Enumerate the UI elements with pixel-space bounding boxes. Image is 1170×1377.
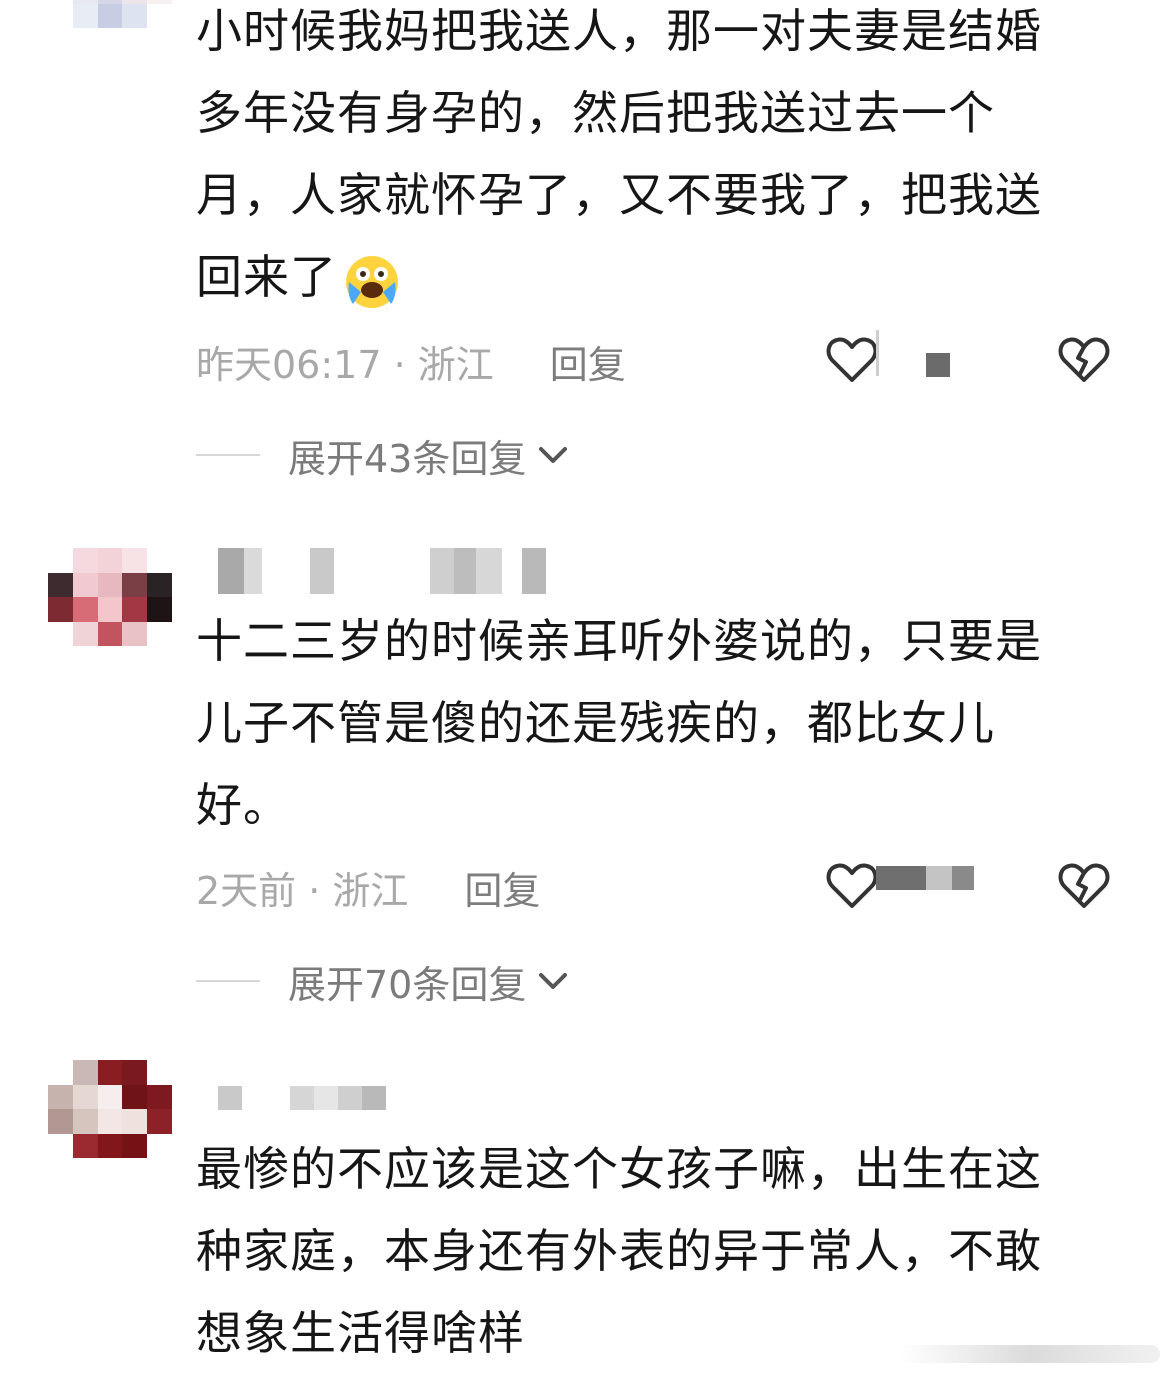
comment-meta: 昨天06:17 · 浙江 回复: [196, 334, 626, 389]
comment-text: 最惨的不应该是这个女孩子嘛，出生在这种家庭，本身还有外表的异于常人，不敢想象生活…: [196, 1142, 1042, 1360]
crying-face-emoji: [343, 252, 401, 310]
avatar[interactable]: [48, 1060, 172, 1158]
like-count-redacted: [926, 353, 950, 377]
chevron-down-icon: [534, 962, 572, 1000]
username-redacted[interactable]: [218, 1086, 386, 1110]
reply-button[interactable]: 回复: [464, 860, 540, 915]
broken-heart-icon[interactable]: [1056, 858, 1112, 914]
reply-button[interactable]: 回复: [550, 334, 626, 389]
avatar[interactable]: [48, 548, 172, 646]
divider-line: [196, 454, 260, 456]
broken-heart-icon[interactable]: [1056, 332, 1112, 388]
chevron-down-icon: [534, 436, 572, 474]
comment-text: 小时候我妈把我送人，那一对夫妻是结婚多年没有身孕的，然后把我送过去一个月，人家就…: [196, 4, 1042, 304]
expand-replies-label: 展开70条回复: [288, 962, 527, 1007]
like-count-redacted: [876, 330, 879, 376]
comment-time: 昨天06:17 · 浙江: [196, 342, 494, 387]
like-heart-icon[interactable]: [824, 858, 880, 914]
username-redacted[interactable]: [218, 548, 546, 594]
expand-replies-label: 展开43条回复: [288, 436, 527, 481]
expand-replies[interactable]: 展开70条回复: [196, 956, 572, 1007]
watermark: [900, 1345, 1160, 1363]
comment-time: 2天前 · 浙江: [196, 868, 409, 913]
comment-meta: 2天前 · 浙江 回复: [196, 860, 540, 915]
divider-line: [196, 980, 260, 982]
like-heart-icon[interactable]: [824, 332, 880, 388]
like-count-redacted: [876, 866, 974, 890]
avatar[interactable]: [48, 0, 172, 28]
comment-text: 十二三岁的时候亲耳听外婆说的，只要是儿子不管是傻的还是残疾的，都比女儿好。: [196, 614, 1042, 832]
expand-replies[interactable]: 展开43条回复: [196, 430, 572, 481]
